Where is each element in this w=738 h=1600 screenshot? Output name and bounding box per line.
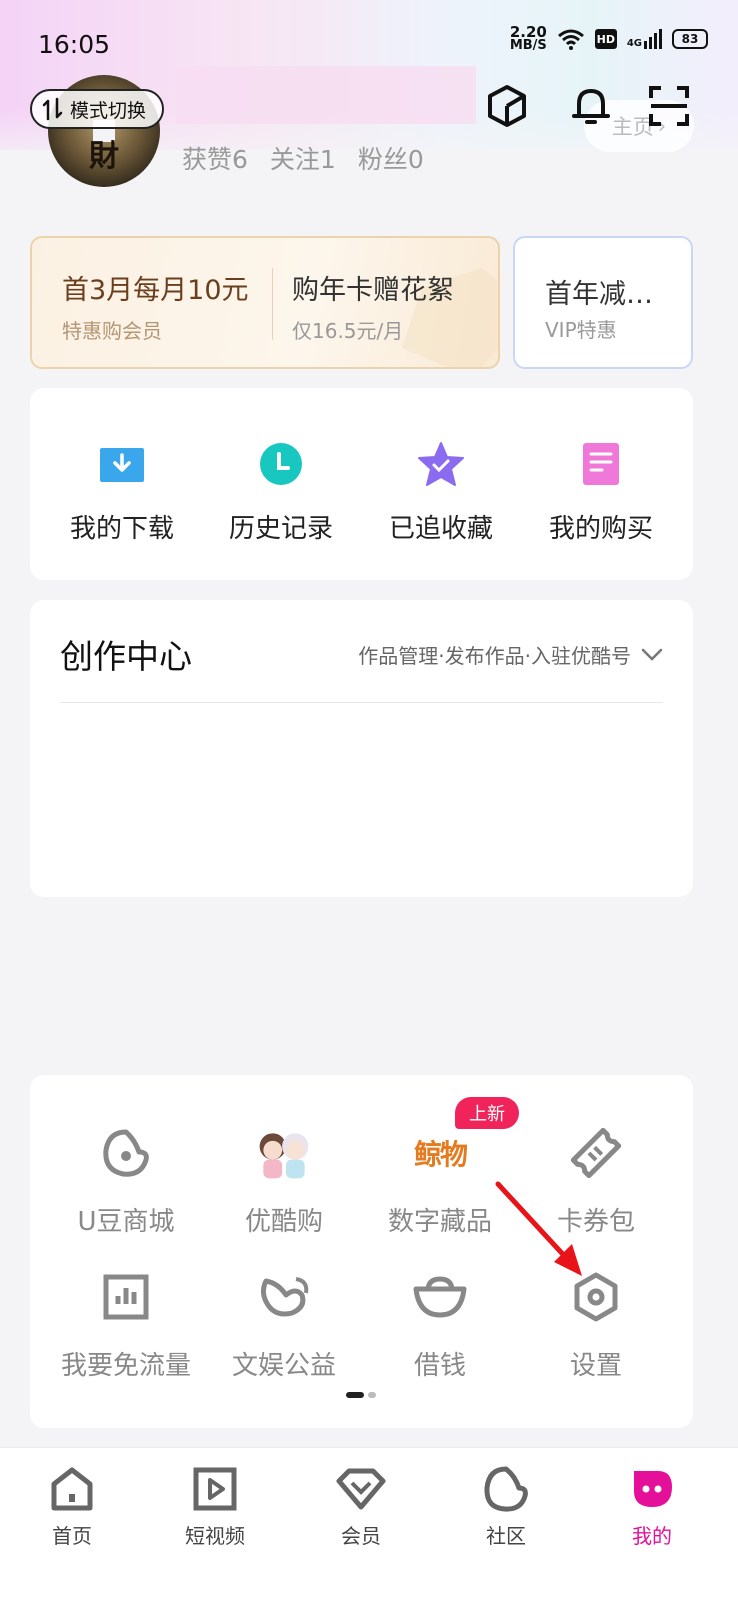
mode-switch-label: 模式切换	[70, 99, 147, 122]
service-label: 借钱	[413, 1351, 466, 1381]
vip-offer-2-subtitle: 仅16.5元/月	[292, 319, 404, 343]
vip-offer-card[interactable]: 首3月每月10元 特惠购会员 购年卡赠花絮 仅16.5元/月	[30, 236, 500, 369]
net-speed-unit: MB/S	[509, 38, 547, 53]
charity-icon	[254, 1267, 314, 1327]
services-card: 上新 U豆商城 优酷购 鲸物 数字藏品 卡券包 我要免流量 文娱公益 借钱 设置	[30, 1075, 693, 1428]
signal-icon: 4G	[627, 29, 662, 49]
hd-badge: HD	[594, 29, 617, 49]
chevron-down-icon	[641, 648, 663, 661]
followers-count[interactable]: 粉丝0	[358, 140, 424, 176]
bell-icon[interactable]	[567, 82, 615, 130]
annotation-arrow-icon	[495, 1181, 582, 1276]
creator-center-title: 创作中心	[60, 637, 192, 676]
quick-item-label: 已追收藏	[388, 514, 493, 544]
quick-item-purchases[interactable]: 我的购买	[521, 440, 681, 545]
favorite-icon	[417, 440, 465, 488]
creator-divider	[60, 702, 663, 703]
avatar-coin-char: 財	[89, 139, 119, 174]
vip-divider	[272, 268, 273, 340]
service-u-bean-mall[interactable]: U豆商城	[46, 1123, 206, 1238]
download-icon	[98, 440, 146, 488]
nav-label: 会员	[341, 1524, 381, 1548]
quick-item-favorites[interactable]: 已追收藏	[361, 440, 521, 545]
u-bean-icon	[96, 1123, 156, 1183]
vip-offer-2[interactable]: 购年卡赠花絮 仅16.5元/月	[292, 268, 454, 344]
creator-links-label: 作品管理·发布作品·入驻优酷号	[358, 644, 631, 668]
service-label: 设置	[569, 1351, 622, 1381]
service-label: 优酷购	[244, 1207, 323, 1237]
service-free-data[interactable]: 我要免流量	[46, 1267, 206, 1382]
quick-actions-card: 我的下载 历史记录 已追收藏 我的购买	[30, 388, 693, 580]
status-time: 16:05	[38, 30, 111, 59]
following-count[interactable]: 关注1	[270, 140, 336, 176]
service-settings[interactable]: 设置	[516, 1267, 676, 1382]
digital-collection-icon: 鲸物	[410, 1123, 470, 1183]
nav-community[interactable]: 社区	[446, 1464, 566, 1549]
wifi-icon	[557, 29, 584, 50]
scan-icon[interactable]	[645, 82, 693, 130]
purchase-icon	[577, 440, 625, 488]
vip-offer-1-title: 首3月每月10元	[62, 275, 249, 306]
page-dot-active	[346, 1392, 364, 1398]
youku-shop-icon	[254, 1123, 314, 1183]
quick-item-label: 我的下载	[69, 514, 174, 544]
signal-label: 4G	[626, 38, 642, 49]
likes-count[interactable]: 获赞6	[182, 140, 248, 176]
loan-icon	[410, 1267, 470, 1327]
vip-offer-1-subtitle: 特惠购会员	[62, 319, 162, 343]
cube-icon[interactable]	[483, 82, 531, 130]
battery-icon: 83	[672, 29, 708, 49]
creator-center-card: 创作中心 作品管理·发布作品·入驻优酷号	[30, 600, 693, 897]
bottom-nav: 首页 短视频 会员 社区 我的	[0, 1447, 738, 1600]
battery-level: 83	[681, 32, 699, 46]
switch-arrows-icon	[42, 97, 63, 121]
service-youku-shop[interactable]: 优酷购	[204, 1123, 364, 1238]
vip-offer-2-title: 购年卡赠花絮	[292, 275, 454, 306]
vip-offer-1[interactable]: 首3月每月10元 特惠购会员	[62, 268, 249, 344]
nav-label: 首页	[52, 1524, 92, 1548]
net-speed: 2.20 MB/S	[509, 25, 547, 53]
page-indicator	[346, 1392, 376, 1398]
nav-label: 我的	[632, 1524, 672, 1548]
profile-icon	[627, 1464, 677, 1514]
quick-item-label: 我的购买	[548, 514, 653, 544]
digital-collection-logo-text: 鲸物	[413, 1138, 468, 1171]
nav-home[interactable]: 首页	[12, 1464, 132, 1549]
mode-switch-button[interactable]: 模式切换	[30, 89, 165, 129]
vip-side-title: 首年减…	[545, 279, 653, 310]
username-mask	[176, 66, 476, 124]
nav-label: 社区	[486, 1524, 526, 1548]
short-video-icon	[190, 1464, 240, 1514]
service-label: 我要免流量	[60, 1351, 191, 1381]
status-icons: 2.20 MB/S HD 4G 83	[509, 25, 708, 53]
community-icon	[481, 1464, 531, 1514]
vip-side-subtitle: VIP特惠	[545, 318, 617, 342]
coupon-icon	[566, 1123, 626, 1183]
free-data-icon	[96, 1267, 156, 1327]
home-icon	[47, 1464, 97, 1514]
service-label: 文娱公益	[231, 1351, 336, 1381]
creator-center-links[interactable]: 作品管理·发布作品·入驻优酷号	[358, 640, 663, 669]
vip-icon	[336, 1464, 386, 1514]
service-loan[interactable]: 借钱	[360, 1267, 520, 1382]
nav-short-video[interactable]: 短视频	[155, 1464, 275, 1549]
quick-item-history[interactable]: 历史记录	[201, 440, 361, 545]
quick-item-label: 历史记录	[228, 514, 333, 544]
service-label: U豆商城	[77, 1207, 175, 1237]
nav-vip[interactable]: 会员	[301, 1464, 421, 1549]
profile-stats: 获赞6 关注1 粉丝0	[182, 140, 424, 176]
nav-label: 短视频	[185, 1524, 245, 1548]
quick-item-download[interactable]: 我的下载	[42, 440, 202, 545]
service-charity[interactable]: 文娱公益	[204, 1267, 364, 1382]
page-dot	[368, 1392, 376, 1398]
vip-side-card[interactable]: 首年减… VIP特惠	[513, 236, 693, 369]
history-icon	[257, 440, 305, 488]
nav-profile[interactable]: 我的	[592, 1464, 712, 1549]
